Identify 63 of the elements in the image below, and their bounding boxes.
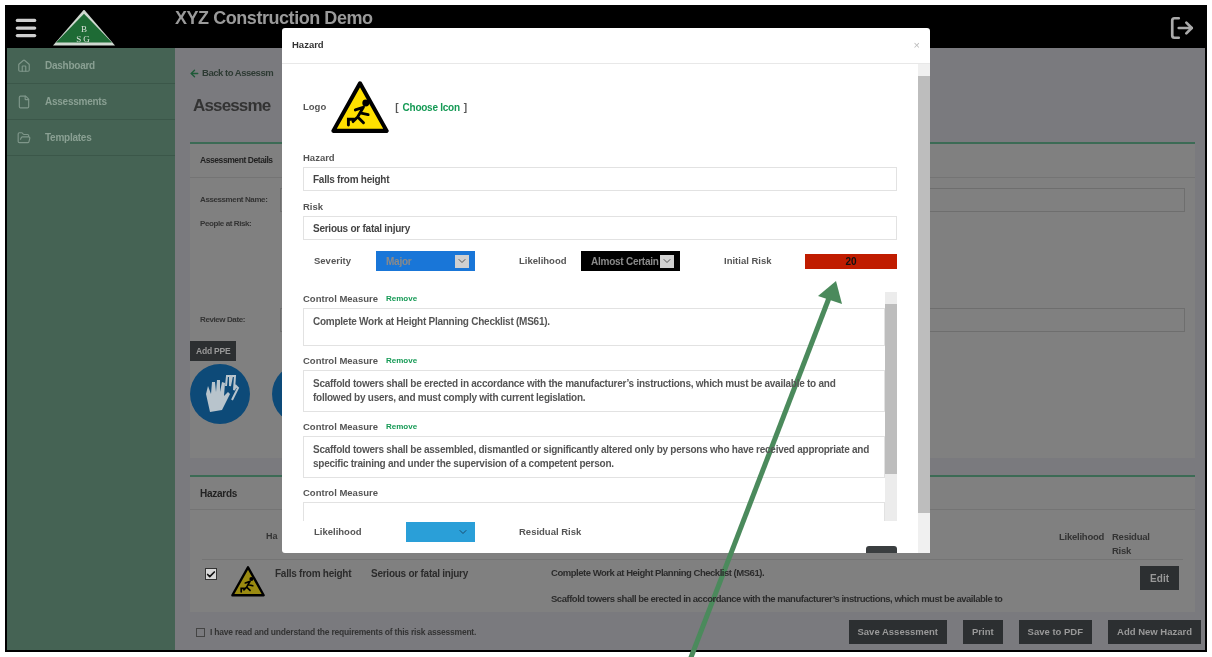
dropdown[interactable]: Almost Certain [581,251,680,271]
acknowledge-label: I have read and understand the requirements of this risk assessment. [210,625,477,639]
table-cell-text: Complete Work at Height Planning Checklist (MS61). [551,566,765,580]
page-heading: Assessme [193,95,271,117]
home-icon [17,58,31,73]
choose-icon-link[interactable]: Choose Icon [402,99,460,115]
footer-button[interactable]: Print [962,620,1003,644]
rating-label: Residual Risk [519,524,582,539]
back-link[interactable]: Back to Assessm [189,65,274,81]
bracket-text: [ [395,100,399,115]
dialog-title: Hazard [292,38,324,53]
column-header: Ha [266,530,278,543]
field-label: Risk [303,200,325,214]
control-measure-field[interactable]: Complete Work at Height Planning Checklist (MS61). [303,308,885,346]
panel-title: Assessment Details [200,154,273,167]
remove-link[interactable]: Remove [385,293,418,305]
footer-button[interactable]: Save to PDF [1018,620,1093,644]
dialog-button[interactable] [866,546,897,553]
arrow-left-icon [189,67,200,79]
rating-label: Severity [314,253,352,268]
warning-triangle-icon [331,80,390,134]
edit-button[interactable]: Edit [1140,566,1179,590]
logo-label: Logo [303,99,327,114]
scrollbar[interactable] [918,64,930,553]
bracket-text: ] [463,100,468,115]
column-header: Likelihood [1059,530,1106,544]
logo-text: B [81,24,87,34]
field-label: Review Date: [200,314,246,326]
warning-triangle-icon [231,566,265,597]
gloves-icon [190,364,250,424]
risk-score: 20 [805,253,897,269]
folder-icon [17,130,31,145]
table-cell-text: Serious or fatal injury [371,567,470,581]
app-title: XYZ Construction Demo [175,8,373,28]
chevron-down-icon [660,254,674,268]
control-measure-label: Control Measure [303,292,378,306]
footer-button[interactable]: Add New Hazard [1108,620,1201,644]
field-label: People at Risk: [200,218,253,230]
field-label: Hazard [303,151,336,165]
row-checkbox[interactable] [205,568,217,580]
input-field[interactable]: Falls from height [303,167,897,191]
control-measure-label: Control Measure [303,419,378,434]
column-header: Residual Risk [1112,530,1151,558]
rating-label: Likelihood [314,524,363,539]
acknowledge-checkbox[interactable] [196,627,205,637]
remove-link[interactable]: Remove [385,421,418,433]
file-icon [17,94,31,109]
field-label: Assessment Name: [200,194,269,206]
table-cell: Scaffold towers shall be erected in accordance with the manufacturer’s instructions, which must be available to [551,592,1003,607]
scrollbar[interactable] [885,292,897,521]
footer-button[interactable]: Save Assessment [848,620,947,644]
table-cell-text: Falls from height [275,567,353,581]
logo-text: SG [76,33,92,44]
add-ppe-button[interactable]: Add PPE [190,341,237,361]
panel-title: Hazards [200,486,238,501]
rating-label: Initial Risk [724,253,773,268]
control-measure-label: Control Measure [303,485,378,500]
input-field[interactable]: Serious or fatal injury [303,216,897,240]
exit-icon[interactable] [1169,14,1195,41]
remove-link[interactable]: Remove [385,355,418,367]
rating-label: Likelihood [519,253,568,268]
control-measure-label: Control Measure [303,353,378,368]
chevron-down-icon [455,254,469,268]
